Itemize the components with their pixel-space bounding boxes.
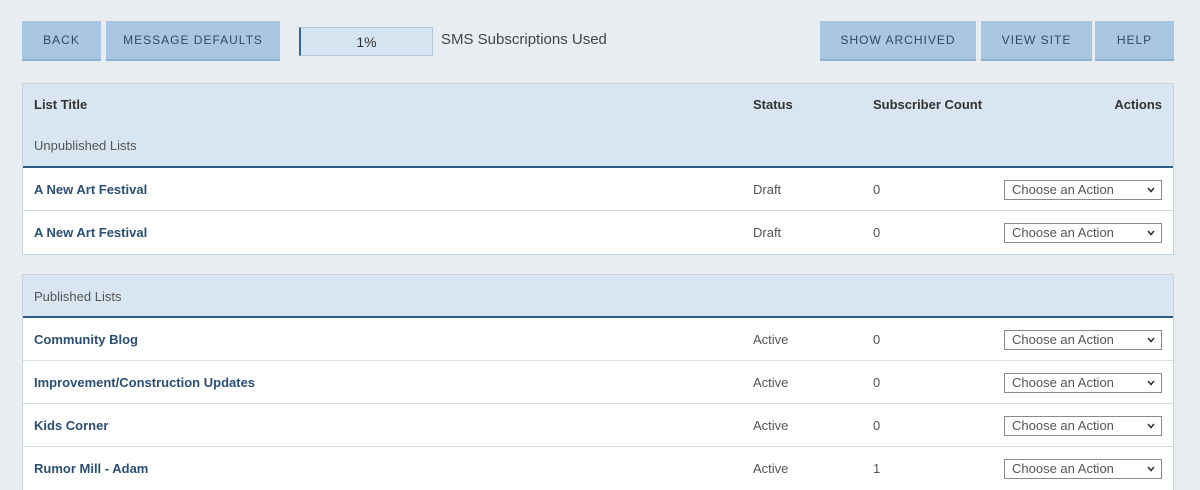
subscriber-count: 0 xyxy=(873,332,881,347)
list-title-link[interactable]: A New Art Festival xyxy=(34,225,147,240)
column-header-status: Status xyxy=(753,97,793,112)
subscriber-count: 0 xyxy=(873,225,881,240)
list-status: Active xyxy=(753,418,789,433)
show-archived-button[interactable]: SHOW ARCHIVED xyxy=(820,21,976,61)
table-header: List Title Status Subscriber Count Actio… xyxy=(23,84,1173,168)
published-group-header: Published Lists xyxy=(23,275,1173,318)
published-lists-table: Published Lists Community Blog Active 0 … xyxy=(22,274,1174,490)
unpublished-group-label: Unpublished Lists xyxy=(34,138,137,153)
subscriber-count: 1 xyxy=(873,461,881,476)
chevron-down-icon xyxy=(1147,380,1155,386)
action-select-value: Choose an Action xyxy=(1012,332,1114,347)
column-header-subscriber-count: Subscriber Count xyxy=(873,97,983,112)
chevron-down-icon xyxy=(1147,423,1155,429)
list-title-link[interactable]: A New Art Festival xyxy=(34,182,147,197)
list-status: Active xyxy=(753,332,789,347)
list-title-link[interactable]: Community Blog xyxy=(34,332,138,347)
action-select-value: Choose an Action xyxy=(1012,182,1114,197)
action-select-value: Choose an Action xyxy=(1012,225,1114,240)
help-button[interactable]: HELP xyxy=(1095,21,1174,61)
list-title-link[interactable]: Improvement/Construction Updates xyxy=(34,375,255,390)
list-status: Draft xyxy=(753,225,782,240)
sms-usage-meter: 1% xyxy=(299,27,433,56)
table-row: A New Art Festival Draft 0 Choose an Act… xyxy=(23,211,1173,254)
list-title-link[interactable]: Rumor Mill - Adam xyxy=(34,461,148,476)
list-status: Active xyxy=(753,375,789,390)
published-group-label: Published Lists xyxy=(34,289,122,304)
chevron-down-icon xyxy=(1147,337,1155,343)
column-header-actions: Actions xyxy=(1114,97,1162,112)
list-title-link[interactable]: Kids Corner xyxy=(34,418,108,433)
list-status: Active xyxy=(753,461,789,476)
chevron-down-icon xyxy=(1147,466,1155,472)
table-row: Improvement/Construction Updates Active … xyxy=(23,361,1173,404)
message-defaults-button[interactable]: MESSAGE DEFAULTS xyxy=(106,21,280,61)
column-header-title: List Title xyxy=(34,97,88,112)
sms-usage-label: SMS Subscriptions Used xyxy=(441,31,607,48)
action-select-value: Choose an Action xyxy=(1012,461,1114,476)
action-select[interactable]: Choose an Action xyxy=(1004,373,1162,393)
action-select[interactable]: Choose an Action xyxy=(1004,223,1162,243)
action-select-value: Choose an Action xyxy=(1012,375,1114,390)
action-select[interactable]: Choose an Action xyxy=(1004,330,1162,350)
action-select[interactable]: Choose an Action xyxy=(1004,459,1162,479)
subscriber-count: 0 xyxy=(873,182,881,197)
table-row: Community Blog Active 0 Choose an Action xyxy=(23,318,1173,361)
chevron-down-icon xyxy=(1147,187,1155,193)
back-button[interactable]: BACK xyxy=(22,21,101,61)
table-row: Rumor Mill - Adam Active 1 Choose an Act… xyxy=(23,447,1173,490)
chevron-down-icon xyxy=(1147,230,1155,236)
unpublished-lists-table: List Title Status Subscriber Count Actio… xyxy=(22,83,1174,255)
table-row: A New Art Festival Draft 0 Choose an Act… xyxy=(23,168,1173,211)
action-select[interactable]: Choose an Action xyxy=(1004,416,1162,436)
view-site-button[interactable]: VIEW SITE xyxy=(981,21,1092,61)
list-status: Draft xyxy=(753,182,782,197)
table-row: Kids Corner Active 0 Choose an Action xyxy=(23,404,1173,447)
subscriber-count: 0 xyxy=(873,375,881,390)
subscriber-count: 0 xyxy=(873,418,881,433)
action-select[interactable]: Choose an Action xyxy=(1004,180,1162,200)
toolbar: BACK MESSAGE DEFAULTS 1% SMS Subscriptio… xyxy=(22,21,1174,61)
action-select-value: Choose an Action xyxy=(1012,418,1114,433)
